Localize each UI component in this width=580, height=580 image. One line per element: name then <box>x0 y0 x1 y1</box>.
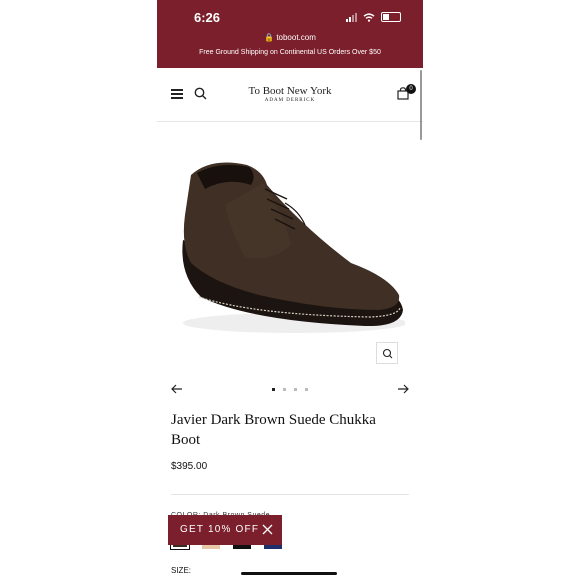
wifi-icon <box>363 12 375 22</box>
hamburger-menu-icon[interactable] <box>171 89 183 99</box>
gallery-dots <box>157 388 423 391</box>
discount-popup[interactable]: GET 10% OFF <box>168 515 282 545</box>
battery-level <box>383 14 389 20</box>
search-icon[interactable] <box>194 87 207 100</box>
size-label: SIZE: <box>171 566 192 575</box>
home-indicator <box>241 572 337 575</box>
status-icons <box>346 12 401 22</box>
gallery-dot[interactable] <box>294 388 297 391</box>
brand-name: To Boot New York <box>248 85 332 97</box>
brand-subtitle: ADAM DERRICK <box>264 98 316 103</box>
top-band: 6:26 🔒 toboot.com Free Ground Shipping o… <box>157 0 423 68</box>
discount-label[interactable]: GET 10% OFF <box>180 524 259 535</box>
zoom-icon <box>382 348 393 359</box>
gallery-dot[interactable] <box>305 388 308 391</box>
cellular-signal-icon <box>346 12 357 22</box>
page-scrollbar[interactable] <box>420 70 422 140</box>
product-image[interactable] <box>175 145 405 345</box>
close-icon[interactable] <box>262 524 273 535</box>
gallery-dot[interactable] <box>272 388 275 391</box>
cart-count-badge[interactable]: 0 <box>406 84 416 94</box>
product-price: $395.00 <box>171 461 208 472</box>
url-text: toboot.com <box>276 33 316 42</box>
promo-banner[interactable]: Free Ground Shipping on Continental US O… <box>157 49 423 56</box>
status-time: 6:26 <box>194 10 221 25</box>
gallery-dot[interactable] <box>283 388 286 391</box>
next-image-arrow-icon[interactable] <box>397 383 409 395</box>
product-title: Javier Dark Brown Suede Chukka Boot <box>171 412 376 448</box>
divider <box>171 494 409 495</box>
battery-icon <box>381 12 401 22</box>
site-header: To Boot New York ADAM DERRICK 0 <box>157 68 423 122</box>
zoom-button[interactable] <box>376 342 398 364</box>
phone-screen: 6:26 🔒 toboot.com Free Ground Shipping o… <box>157 0 423 580</box>
lock-icon: 🔒 <box>264 33 275 42</box>
url-bar[interactable]: 🔒 toboot.com <box>157 33 423 42</box>
brand-logo[interactable]: To Boot New York ADAM DERRICK <box>217 85 363 103</box>
